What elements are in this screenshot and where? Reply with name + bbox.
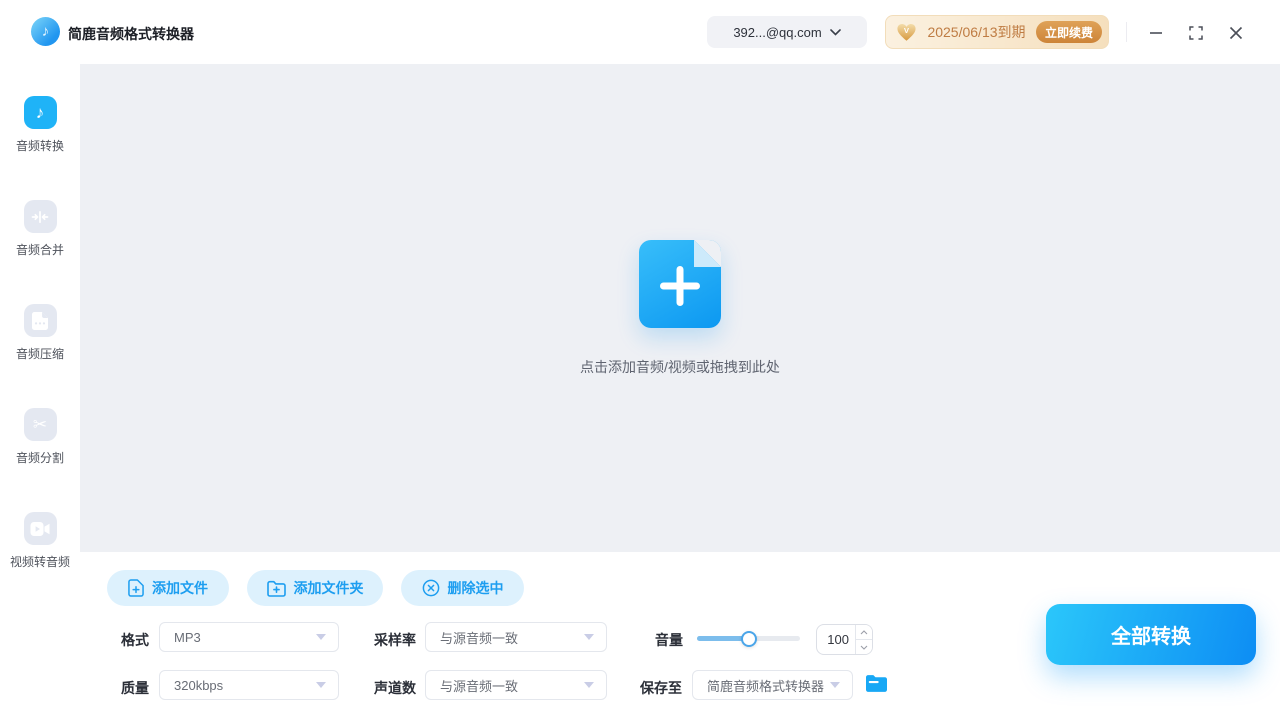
sidebar-item-audio-merge[interactable]: 音频合并: [0, 200, 80, 258]
delete-selected-label: 删除选中: [448, 578, 504, 598]
svg-text:V: V: [904, 25, 910, 34]
sample-rate-label: 采样率: [374, 630, 416, 650]
channels-value: 与源音频一致: [440, 676, 578, 695]
compress-file-icon: [24, 304, 57, 337]
window-controls-divider: [1126, 22, 1127, 42]
title-bar: ♪ 简鹿音频格式转换器 392...@qq.com V 2025/06/13到期…: [0, 0, 1280, 64]
scissors-icon: ✂: [24, 408, 57, 441]
caret-down-icon: [316, 634, 326, 640]
sidebar-item-label: 视频转音频: [0, 553, 80, 570]
folder-icon: [866, 675, 887, 692]
volume-spinner: 100: [816, 624, 873, 655]
volume-input[interactable]: 100: [817, 625, 855, 654]
folder-plus-icon: [267, 580, 286, 597]
chevron-down-icon: [830, 29, 841, 36]
minimize-icon: [1149, 26, 1163, 40]
add-file-button[interactable]: 添加文件: [107, 570, 229, 606]
app-window: ♪ 简鹿音频格式转换器 392...@qq.com V 2025/06/13到期…: [0, 0, 1280, 720]
dropzone[interactable]: 点击添加音频/视频或拖拽到此处: [480, 240, 880, 377]
channels-dropdown[interactable]: 与源音频一致: [425, 670, 607, 700]
sidebar-item-video-to-audio[interactable]: 视频转音频: [0, 512, 80, 570]
file-plus-icon: [128, 579, 144, 597]
video-camera-icon: [24, 512, 57, 545]
add-file-plus-icon: [639, 240, 721, 328]
caret-down-icon: [316, 682, 326, 688]
app-title: 简鹿音频格式转换器: [68, 24, 194, 44]
vip-heart-icon: V: [896, 23, 917, 42]
dropzone-hint: 点击添加音频/视频或拖拽到此处: [480, 357, 880, 377]
save-to-value: 简鹿音频格式转换器: [707, 676, 824, 695]
maximize-button[interactable]: [1183, 20, 1209, 46]
close-icon: [1229, 26, 1243, 40]
volume-slider-handle[interactable]: [741, 631, 757, 647]
add-file-label: 添加文件: [152, 578, 208, 598]
music-note-icon: ♪: [24, 96, 57, 129]
channels-label: 声道数: [374, 678, 416, 698]
vip-expiry-date: 2025/06/13到期: [917, 22, 1036, 42]
circle-x-icon: [422, 579, 440, 597]
save-to-dropdown[interactable]: 简鹿音频格式转换器: [692, 670, 853, 700]
sidebar-item-label: 音频分割: [0, 449, 80, 466]
minimize-button[interactable]: [1143, 20, 1169, 46]
format-label: 格式: [121, 630, 149, 650]
save-to-label: 保存至: [640, 678, 682, 698]
caret-down-icon: [860, 645, 868, 650]
add-folder-label: 添加文件夹: [294, 578, 364, 598]
convert-all-button[interactable]: 全部转换: [1046, 604, 1256, 665]
format-value: MP3: [174, 630, 310, 645]
account-dropdown[interactable]: 392...@qq.com: [707, 16, 867, 48]
quality-dropdown[interactable]: 320kbps: [159, 670, 339, 700]
quality-value: 320kbps: [174, 678, 310, 693]
caret-down-icon: [584, 634, 594, 640]
file-list-panel: 点击添加音频/视频或拖拽到此处: [80, 64, 1280, 552]
format-dropdown[interactable]: MP3: [159, 622, 339, 652]
account-email: 392...@qq.com: [733, 25, 821, 40]
sidebar-item-audio-convert[interactable]: ♪ 音频转换: [0, 96, 80, 154]
add-folder-button[interactable]: 添加文件夹: [247, 570, 383, 606]
caret-down-icon: [830, 682, 840, 688]
sidebar: ♪ 音频转换 音频合并: [0, 64, 80, 720]
sample-rate-dropdown[interactable]: 与源音频一致: [425, 622, 607, 652]
volume-increment-button[interactable]: [856, 625, 872, 640]
sidebar-item-audio-compress[interactable]: 音频压缩: [0, 304, 80, 362]
vip-status-badge: V 2025/06/13到期 立即续费: [885, 15, 1109, 49]
open-folder-button[interactable]: [865, 675, 887, 693]
quality-label: 质量: [121, 678, 149, 698]
sidebar-item-label: 音频合并: [0, 241, 80, 258]
fullscreen-icon: [1189, 26, 1203, 40]
merge-icon: [24, 200, 57, 233]
app-logo-icon: ♪: [31, 17, 60, 46]
volume-label: 音量: [655, 630, 683, 650]
sidebar-item-label: 音频转换: [0, 137, 80, 154]
close-button[interactable]: [1223, 20, 1249, 46]
sidebar-item-label: 音频压缩: [0, 345, 80, 362]
caret-down-icon: [584, 682, 594, 688]
volume-decrement-button[interactable]: [856, 640, 872, 654]
volume-slider[interactable]: [697, 636, 800, 641]
delete-selected-button[interactable]: 删除选中: [401, 570, 524, 606]
sample-rate-value: 与源音频一致: [440, 628, 578, 647]
renew-button[interactable]: 立即续费: [1036, 21, 1102, 43]
sidebar-item-audio-split[interactable]: ✂ 音频分割: [0, 408, 80, 466]
caret-up-icon: [860, 630, 868, 635]
